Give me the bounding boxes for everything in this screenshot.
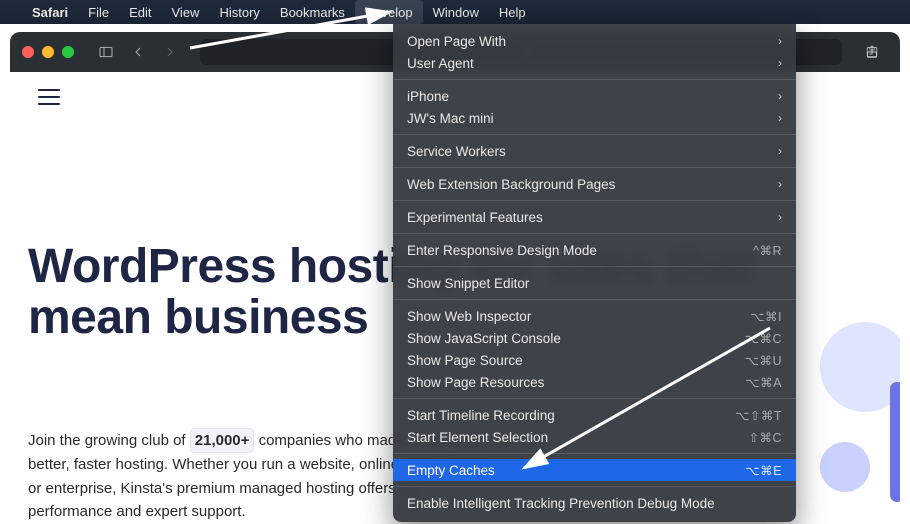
menu-item-show-snippet-editor[interactable]: Show Snippet Editor [393,272,796,294]
menubar-item-develop[interactable]: Develop [355,0,423,24]
menu-item-web-extension-background-pages[interactable]: Web Extension Background Pages › [393,173,796,195]
menu-item-shortcut: ^⌘R [753,243,782,258]
sidebar-toggle-icon[interactable] [96,42,116,62]
menu-item-shortcut: ⌥⌘U [745,353,782,368]
chevron-right-icon: › [778,34,782,48]
chevron-right-icon: › [778,210,782,224]
menubar-item-history[interactable]: History [209,0,269,24]
menu-item-experimental-features[interactable]: Experimental Features › [393,206,796,228]
menu-item-label: Show JavaScript Console [407,331,561,346]
menu-item-label: iPhone [407,89,449,104]
menu-item-label: Start Timeline Recording [407,408,555,423]
menu-item-enable-intelligent-tracking-prevention-debug-mode[interactable]: Enable Intelligent Tracking Prevention D… [393,492,796,514]
menu-item-label: Web Extension Background Pages [407,177,615,192]
menu-item-label: Experimental Features [407,210,543,225]
menu-item-label: JW's Mac mini [407,111,494,126]
menubar-item-help[interactable]: Help [489,0,536,24]
menu-item-label: Show Snippet Editor [407,276,529,291]
menubar-items: SafariFileEditViewHistoryBookmarksDevelo… [22,0,536,24]
minimize-window-button[interactable] [42,46,54,58]
menubar-item-window[interactable]: Window [423,0,489,24]
menu-item-shortcut: ⇧⌘C [748,430,782,445]
menu-item-shortcut: ⌥⌘I [750,309,782,324]
back-button[interactable] [128,42,148,62]
menu-item-shortcut: ⌥⌘E [745,463,782,478]
menu-item-label: Show Page Source [407,353,523,368]
chevron-right-icon: › [778,144,782,158]
menu-item-shortcut: ⌥⌘C [745,331,782,346]
menu-item-show-page-source[interactable]: Show Page Source ⌥⌘U [393,349,796,371]
window-controls [22,46,74,58]
menu-item-label: Empty Caches [407,463,495,478]
menu-item-user-agent[interactable]: User Agent › [393,52,796,74]
menu-item-jw-s-mac-mini[interactable]: JW's Mac mini › [393,107,796,129]
macos-menubar: SafariFileEditViewHistoryBookmarksDevelo… [0,0,910,24]
hero-illustration [790,322,900,524]
share-button[interactable] [862,42,882,62]
menu-item-start-element-selection[interactable]: Start Element Selection ⇧⌘C [393,426,796,448]
menu-item-show-page-resources[interactable]: Show Page Resources ⌥⌘A [393,371,796,393]
menu-item-label: Show Web Inspector [407,309,531,324]
chevron-right-icon: › [778,177,782,191]
menu-item-empty-caches[interactable]: Empty Caches ⌥⌘E [393,459,796,481]
menu-item-shortcut: ⌥⇧⌘T [735,408,782,423]
menu-item-label: User Agent [407,56,474,71]
menubar-item-view[interactable]: View [162,0,210,24]
chevron-right-icon: › [778,89,782,103]
close-window-button[interactable] [22,46,34,58]
menubar-item-safari[interactable]: Safari [22,0,78,24]
chevron-right-icon: › [778,111,782,125]
menubar-item-edit[interactable]: Edit [119,0,161,24]
menu-item-iphone[interactable]: iPhone › [393,85,796,107]
menu-item-enter-responsive-design-mode[interactable]: Enter Responsive Design Mode ^⌘R [393,239,796,261]
menu-item-service-workers[interactable]: Service Workers › [393,140,796,162]
menu-item-open-page-with[interactable]: Open Page With › [393,30,796,52]
menu-item-show-web-inspector[interactable]: Show Web Inspector ⌥⌘I [393,305,796,327]
menu-item-start-timeline-recording[interactable]: Start Timeline Recording ⌥⇧⌘T [393,404,796,426]
stat-badge: 21,000+ [190,428,255,453]
menubar-item-bookmarks[interactable]: Bookmarks [270,0,355,24]
chevron-right-icon: › [778,56,782,70]
menubar-item-file[interactable]: File [78,0,119,24]
menu-item-label: Open Page With [407,34,506,49]
zoom-window-button[interactable] [62,46,74,58]
site-nav-hamburger[interactable] [38,84,60,110]
subtext-pre: Join the growing club of [28,432,190,449]
menu-item-label: Enter Responsive Design Mode [407,243,597,258]
menu-item-label: Enable Intelligent Tracking Prevention D… [407,496,715,511]
menu-item-label: Service Workers [407,144,506,159]
develop-menu-dropdown: Open Page With›User Agent›iPhone›JW's Ma… [393,24,796,522]
forward-button[interactable] [160,42,180,62]
menu-item-shortcut: ⌥⌘A [745,375,782,390]
menu-item-label: Show Page Resources [407,375,544,390]
menu-item-label: Start Element Selection [407,430,548,445]
menu-item-show-javascript-console[interactable]: Show JavaScript Console ⌥⌘C [393,327,796,349]
